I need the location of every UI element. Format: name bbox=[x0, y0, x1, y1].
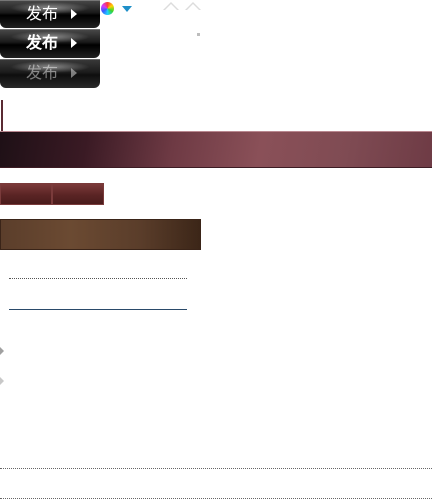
header-banner bbox=[0, 131, 432, 168]
dropdown-arrow-icon[interactable] bbox=[122, 6, 132, 12]
vertical-divider bbox=[1, 100, 3, 131]
publish-button-disabled: 发布 bbox=[0, 59, 100, 88]
solid-separator bbox=[9, 309, 187, 310]
publish-button-normal[interactable]: 发布 bbox=[0, 0, 100, 28]
color-wheel-icon[interactable] bbox=[101, 2, 114, 15]
brown-toolbar bbox=[0, 219, 201, 250]
publish-button-label: 发布 bbox=[26, 63, 59, 82]
caret-up-icon[interactable] bbox=[163, 2, 179, 10]
caret-up-icon[interactable] bbox=[185, 2, 201, 10]
play-arrow-icon bbox=[71, 9, 77, 19]
dot-marker bbox=[197, 33, 200, 36]
play-arrow-icon bbox=[71, 38, 77, 48]
tab-left[interactable] bbox=[0, 183, 52, 205]
publish-button-label: 发布 bbox=[26, 33, 59, 52]
bullet-arrow-icon bbox=[0, 377, 4, 385]
publish-button-hover[interactable]: 发布 bbox=[0, 29, 100, 58]
tab-right[interactable] bbox=[52, 183, 104, 205]
play-arrow-icon bbox=[71, 68, 77, 78]
bullet-arrow-icon bbox=[0, 347, 4, 355]
dotted-separator bbox=[0, 498, 432, 499]
dotted-separator bbox=[9, 278, 187, 279]
publish-button-label: 发布 bbox=[26, 4, 59, 23]
dotted-separator bbox=[0, 468, 432, 469]
